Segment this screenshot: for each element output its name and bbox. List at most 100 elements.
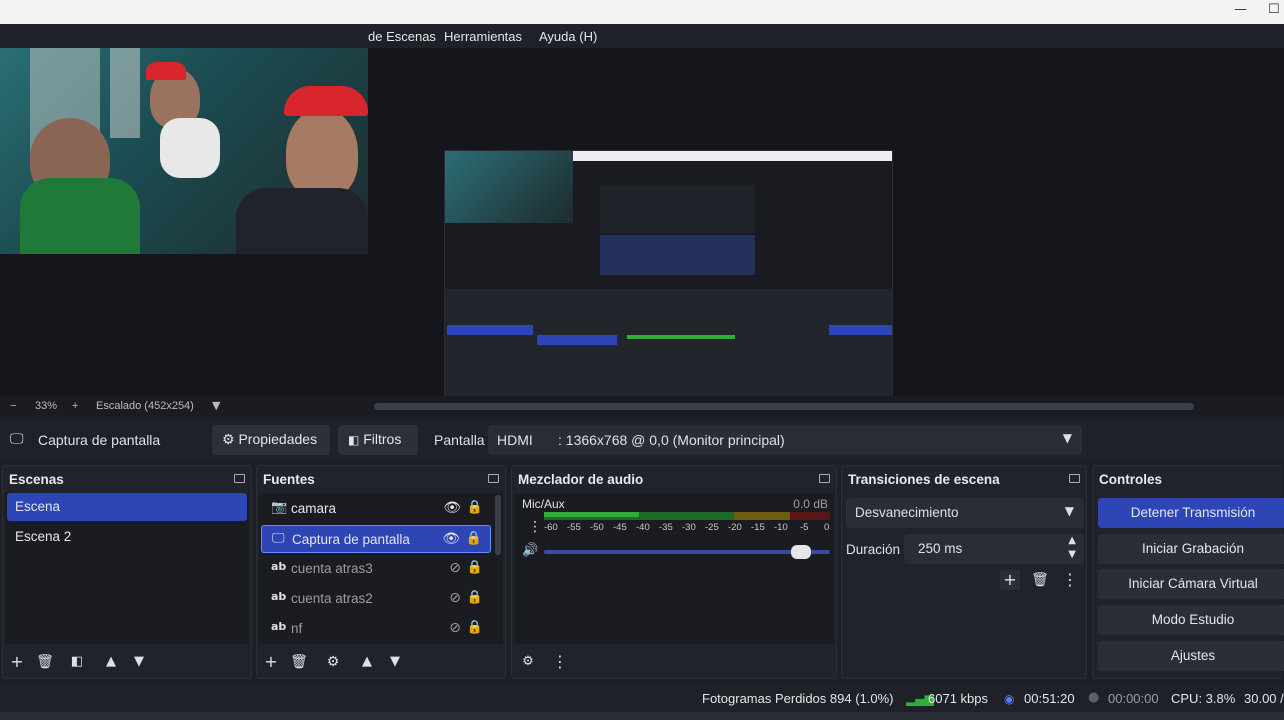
preview-scrollbar[interactable] <box>374 403 1194 410</box>
meter-tick: 0 <box>824 522 830 533</box>
start-recording-label: Iniciar Grabación <box>1141 541 1245 556</box>
more-icon[interactable]: ⋮ <box>1060 570 1080 590</box>
undock-icon[interactable] <box>234 474 245 483</box>
monitor-icon: 🖵 <box>10 431 24 447</box>
more-icon[interactable]: ⋮ <box>528 519 542 535</box>
lock-icon[interactable]: 🔒 <box>467 560 483 575</box>
source-item[interactable]: ab cuenta atras2 ⊘ 🔒 <box>261 585 491 613</box>
source-item[interactable]: ab nf ⊘ 🔒 <box>261 615 491 643</box>
stream-time: 00:51:20 <box>1024 691 1075 706</box>
nested-preview-thumbnail <box>444 150 893 401</box>
transitions-dock: Transiciones de escena Desvanecimiento ▼… <box>841 465 1087 679</box>
zoom-in-button[interactable]: + <box>72 400 78 412</box>
meter-tick: -5 <box>800 522 809 533</box>
chevron-down-icon: ▼ <box>1062 431 1072 445</box>
volume-slider[interactable] <box>544 545 830 559</box>
studio-mode-button[interactable]: Modo Estudio <box>1098 605 1284 635</box>
duration-label: Duración <box>846 542 901 557</box>
taskbar-strip <box>0 712 1284 720</box>
transition-select[interactable]: Desvanecimiento ▼ <box>846 498 1084 528</box>
meter-tick: -40 <box>636 522 650 533</box>
text-icon: ab <box>271 590 287 603</box>
menu-item-escenas[interactable]: de Escenas <box>368 29 436 44</box>
controls-title: Controles <box>1099 472 1163 487</box>
speaker-icon[interactable]: 🔊 <box>522 543 538 558</box>
filter-icon: ◧ <box>348 433 360 447</box>
undock-icon[interactable] <box>819 474 830 483</box>
lock-icon[interactable]: 🔒 <box>467 500 483 515</box>
source-item[interactable]: 🖵 Captura de pantalla 👁 🔒 <box>261 525 491 553</box>
eye-icon[interactable]: 👁 <box>442 531 460 547</box>
menu-item-herramientas[interactable]: Herramientas <box>444 29 522 44</box>
add-icon[interactable]: + <box>7 652 27 672</box>
settings-label: Ajustes <box>1170 648 1216 663</box>
studio-mode-label: Modo Estudio <box>1151 612 1235 627</box>
source-item-label: cuenta atras2 <box>291 591 373 606</box>
chevron-down-icon[interactable]: ▼ <box>385 652 405 672</box>
filters-button[interactable]: ◧ Filtros <box>338 425 418 455</box>
start-recording-button[interactable]: Iniciar Grabación <box>1098 534 1284 564</box>
meter-tick: -25 <box>705 522 719 533</box>
title-bar: — ☐ <box>0 0 1284 24</box>
text-icon: ab <box>271 560 287 573</box>
display-select[interactable]: HDMI : 1366x768 @ 0,0 (Monitor principal… <box>488 425 1082 455</box>
meter-tick: -45 <box>613 522 627 533</box>
properties-button[interactable]: ⚙ Propiedades <box>212 425 330 455</box>
duration-field[interactable]: 250 ms ▲ ▼ <box>904 534 1084 564</box>
scenes-list: Escena Escena 2 <box>5 493 249 644</box>
more-icon[interactable]: ⋮ <box>550 652 570 672</box>
chevron-down-icon: ▼ <box>1064 504 1074 518</box>
stop-streaming-button[interactable]: Detener Transmisión <box>1098 498 1284 528</box>
source-item-label: nf <box>291 621 303 636</box>
source-item[interactable]: 📷 camara 👁 🔒 <box>261 495 491 523</box>
undock-icon[interactable] <box>488 474 499 483</box>
chevron-up-icon[interactable]: ▲ <box>357 652 377 672</box>
scene-item[interactable]: Escena 2 <box>7 523 247 551</box>
eye-hidden-icon[interactable]: ⊘ <box>449 560 461 576</box>
zoom-level: 33% <box>35 400 58 412</box>
chevron-up-icon[interactable]: ▲ <box>101 652 121 672</box>
sources-scrollbar[interactable] <box>495 495 501 555</box>
maximize-icon[interactable]: ☐ <box>1268 2 1280 17</box>
add-icon[interactable]: + <box>1000 570 1020 590</box>
menu-bar: de Escenas Herramientas Ayuda (H) <box>0 24 1284 48</box>
start-virtual-camera-label: Iniciar Cámara Virtual <box>1128 576 1258 591</box>
lock-icon[interactable]: 🔒 <box>467 620 483 635</box>
trash-icon[interactable]: 🗑 <box>1030 570 1050 590</box>
lock-icon[interactable]: 🔒 <box>466 531 482 546</box>
trash-icon[interactable]: 🗑 <box>35 652 55 672</box>
source-item-label: camara <box>291 501 337 516</box>
volume-handle[interactable] <box>791 545 811 559</box>
eye-hidden-icon[interactable]: ⊘ <box>449 620 461 636</box>
add-icon[interactable]: + <box>261 652 281 672</box>
settings-button[interactable]: Ajustes <box>1098 641 1284 671</box>
display-label: Pantalla <box>434 432 485 448</box>
scale-dropdown-icon[interactable]: ▼ <box>212 399 220 412</box>
lock-icon[interactable]: 🔒 <box>467 590 483 605</box>
chevron-up-icon[interactable]: ▲ <box>1068 535 1076 546</box>
mixer-settings-icon[interactable]: ⚙ <box>518 652 538 672</box>
source-toolbar: 🖵 Captura de pantalla ⚙ Propiedades ◧ Fi… <box>0 420 1284 460</box>
minimize-icon[interactable]: — <box>1234 2 1247 17</box>
gear-icon[interactable]: ⚙ <box>323 652 343 672</box>
undock-icon[interactable] <box>1069 474 1080 483</box>
meter-tick: -60 <box>544 522 558 533</box>
source-item-label: Captura de pantalla <box>292 532 410 547</box>
status-bar: Fotogramas Perdidos 894 (1.0%) ▂▄▆ 6071 … <box>0 684 1284 712</box>
scene-item[interactable]: Escena <box>7 493 247 521</box>
chevron-down-icon[interactable]: ▼ <box>129 652 149 672</box>
zoom-out-button[interactable]: − <box>10 400 16 412</box>
eye-hidden-icon[interactable]: ⊘ <box>449 590 461 606</box>
chevron-down-icon[interactable]: ▼ <box>1068 549 1076 560</box>
scale-label: Escalado (452x254) <box>96 400 194 412</box>
start-virtual-camera-button[interactable]: Iniciar Cámara Virtual <box>1098 569 1284 599</box>
preview-area[interactable] <box>0 48 1284 401</box>
filter-icon[interactable]: ◧ <box>67 652 87 672</box>
source-item[interactable]: ab cuenta atras3 ⊘ 🔒 <box>261 555 491 583</box>
zoom-bar: − 33% + Escalado (452x254) ▼ <box>0 396 1284 418</box>
trash-icon[interactable]: 🗑 <box>289 652 309 672</box>
display-select-value: : 1366x768 @ 0,0 (Monitor principal) <box>558 432 785 448</box>
mixer-body: Mic/Aux 0.0 dB ⋮ -60 -55 -50 -45 -40 -35… <box>514 493 834 644</box>
eye-icon[interactable]: 👁 <box>443 500 461 516</box>
menu-item-ayuda[interactable]: Ayuda (H) <box>539 29 597 44</box>
